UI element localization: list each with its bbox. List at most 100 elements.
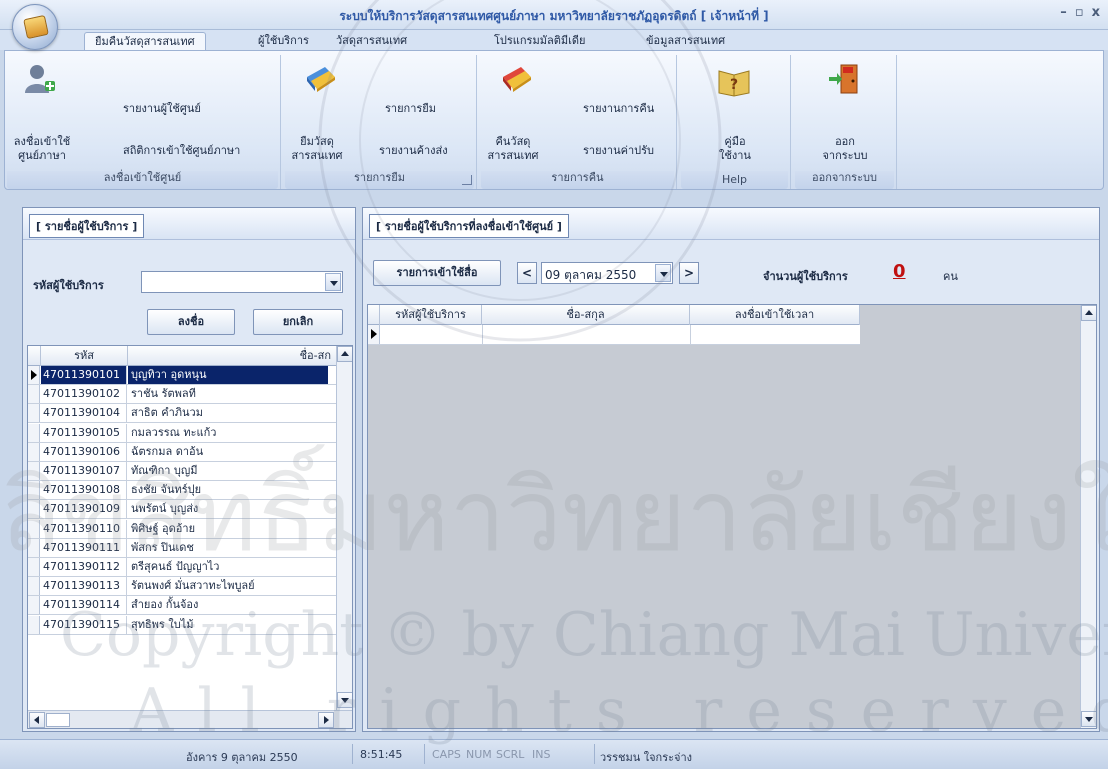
cell-user-name[interactable]: ตรีสุคนธ์ ปัญญาไว — [128, 558, 328, 576]
borrow-list-button[interactable]: รายการยืม — [385, 99, 436, 117]
cell-user-id[interactable]: 47011390111 — [41, 538, 127, 557]
minimize-button[interactable]: – — [1060, 5, 1067, 20]
column-header-name[interactable]: ชื่อ-สก — [128, 346, 338, 366]
tab-multimedia[interactable]: โปรแกรมมัลติมีเดีย — [484, 32, 595, 50]
table-row[interactable]: 47011390111 พัสกร ปินเดช — [28, 538, 336, 558]
table-row[interactable]: 47011390114 สำยอง กั้นจ้อง — [28, 596, 336, 616]
scroll-thumb[interactable] — [46, 713, 70, 727]
cell-user-id[interactable]: 47011390108 — [41, 481, 127, 500]
cell-user-name[interactable]: สุทธิพร ใบไม้ — [128, 616, 328, 634]
table-row[interactable]: 47011390113 รัตนพงศ์ มั่นสวาทะไพบูลย์ — [28, 577, 336, 597]
table-row[interactable]: 47011390109 นพรัตน์ บุญส่ง — [28, 500, 336, 520]
cell-user-name[interactable]: ราชัน รัตพลที — [128, 385, 328, 403]
row-indicator[interactable] — [28, 366, 40, 384]
cell-user-id[interactable]: 47011390107 — [41, 462, 127, 480]
previous-date-button[interactable]: < — [517, 262, 537, 284]
checkin-language-center-button[interactable]: ลงชื่อเข้าใช้ ศูนย์ภาษา — [7, 135, 77, 163]
cancel-button[interactable]: ยกเลิก — [253, 309, 343, 335]
cell-user-id[interactable]: 47011390109 — [41, 500, 127, 519]
fine-report-button[interactable]: รายงานค่าปรับ — [583, 141, 654, 159]
cell-user-name[interactable]: ธงชัย จันทร์ปุย — [128, 481, 328, 499]
cell-user-id[interactable]: 47011390105 — [41, 423, 127, 442]
scroll-up-icon[interactable] — [337, 346, 352, 362]
table-row[interactable]: 47011390112 ตรีสุคนธ์ ปัญญาไว — [28, 558, 336, 577]
row-indicator[interactable] — [28, 577, 40, 596]
new-row[interactable] — [368, 325, 860, 345]
dialog-launcher-icon[interactable] — [462, 175, 472, 185]
table-row[interactable]: 47011390108 ธงชัย จันทร์ปุย — [28, 481, 336, 501]
return-material-button[interactable]: คืนวัสดุ สารสนเทศ — [481, 135, 545, 163]
row-indicator[interactable] — [28, 481, 40, 500]
tab-borrow-return[interactable]: ยืมคืนวัสดุสารสนเทศ — [84, 32, 206, 50]
cell-user-name[interactable]: กมลวรรณ ทะแก้ว — [128, 424, 328, 442]
cell-user-name[interactable]: ทัณฑิกา บุญมี — [128, 462, 328, 480]
user-id-combobox[interactable] — [141, 271, 343, 293]
application-menu-button[interactable] — [12, 4, 58, 50]
cell-user-name[interactable]: บุญทิวา อุดหนุน — [128, 366, 328, 384]
cell-user-id[interactable]: 47011390101 — [41, 366, 127, 384]
cell-user-name[interactable]: พัสกร ปินเดช — [128, 539, 328, 557]
column-header-checkin-time[interactable]: ลงชื่อเข้าใช้เวลา — [690, 305, 860, 325]
cell-user-id[interactable]: 47011390110 — [41, 519, 127, 538]
cell-user-name[interactable]: รัตนพงศ์ มั่นสวาทะไพบูลย์ — [128, 577, 328, 595]
scroll-right-icon[interactable] — [318, 712, 334, 728]
row-indicator[interactable] — [28, 404, 40, 423]
table-row[interactable]: 47011390107 ทัณฑิกา บุญมี — [28, 462, 336, 481]
borrow-material-button[interactable]: ยืมวัสดุ สารสนเทศ — [285, 135, 349, 163]
row-indicator[interactable] — [28, 519, 40, 538]
tab-materials[interactable]: วัสดุสารสนเทศ — [326, 32, 417, 50]
row-indicator[interactable] — [28, 558, 40, 576]
usage-statistics-button[interactable]: สถิติการเข้าใช้ศูนย์ภาษา — [123, 141, 240, 159]
media-usage-list-button[interactable]: รายการเข้าใช้สื่อ — [373, 260, 501, 286]
next-date-button[interactable]: > — [679, 262, 699, 284]
cell-user-name[interactable]: สาธิต คำภินวม — [128, 404, 328, 422]
table-row[interactable]: 47011390105 กมลวรรณ ทะแก้ว — [28, 423, 336, 443]
chevron-down-icon[interactable] — [655, 264, 671, 282]
cell-user-id[interactable]: 47011390106 — [41, 442, 127, 461]
row-indicator[interactable] — [28, 385, 40, 404]
cell-user-name[interactable]: นพรัตน์ บุญส่ง — [128, 500, 328, 518]
chevron-down-icon[interactable] — [325, 273, 341, 291]
user-manual-button[interactable]: คู่มือ ใช้งาน — [693, 135, 777, 163]
row-indicator[interactable] — [28, 596, 40, 615]
table-row[interactable]: 47011390115 สุทธิพร ใบไม้ — [28, 615, 336, 635]
tab-users[interactable]: ผู้ใช้บริการ — [248, 32, 319, 50]
column-header-id[interactable]: รหัส — [41, 346, 128, 366]
table-row[interactable]: 47011390104 สาธิต คำภินวม — [28, 404, 336, 424]
scroll-down-icon[interactable] — [337, 692, 352, 708]
cell-user-id[interactable]: 47011390114 — [41, 596, 127, 615]
row-indicator[interactable] — [28, 500, 40, 519]
table-row[interactable]: 47011390101 บุญทิวา อุดหนุน — [28, 366, 336, 385]
row-indicator[interactable] — [28, 423, 40, 442]
vertical-scrollbar[interactable] — [336, 346, 352, 710]
scroll-down-icon[interactable] — [1081, 711, 1096, 727]
row-indicator[interactable] — [28, 462, 40, 480]
restore-button[interactable]: ▫ — [1075, 5, 1084, 20]
close-button[interactable]: x — [1092, 5, 1100, 20]
row-indicator[interactable] — [28, 442, 40, 461]
overdue-report-button[interactable]: รายงานค้างส่ง — [379, 141, 448, 159]
scroll-up-icon[interactable] — [1081, 305, 1096, 321]
return-report-button[interactable]: รายงานการคืน — [583, 99, 654, 117]
cell-user-id[interactable]: 47011390113 — [41, 577, 127, 596]
cell-user-id[interactable]: 47011390112 — [41, 558, 127, 576]
cell-user-name[interactable]: พิศิษฐ์ อุดอ้าย — [128, 520, 328, 538]
table-row[interactable]: 47011390102 ราชัน รัตพลที — [28, 385, 336, 405]
scroll-left-icon[interactable] — [29, 712, 45, 728]
table-row[interactable]: 47011390106 ฉัตรกมล ดาอ้น — [28, 442, 336, 462]
table-row[interactable]: 47011390110 พิศิษฐ์ อุดอ้าย — [28, 519, 336, 539]
cell-user-id[interactable]: 47011390102 — [41, 385, 127, 404]
row-indicator[interactable] — [28, 538, 40, 557]
row-indicator[interactable] — [28, 615, 40, 634]
exit-system-button[interactable]: ออก จากระบบ — [801, 135, 889, 163]
cell-user-name[interactable]: ฉัตรกมล ดาอ้น — [128, 443, 328, 461]
horizontal-scrollbar[interactable] — [28, 710, 352, 728]
cell-user-name[interactable]: สำยอง กั้นจ้อง — [128, 596, 328, 614]
cell-user-id[interactable]: 47011390104 — [41, 404, 127, 423]
date-picker[interactable]: 09 ตุลาคม 2550 — [541, 262, 673, 284]
signin-button[interactable]: ลงชื่อ — [147, 309, 235, 335]
cell-user-id[interactable]: 47011390115 — [41, 615, 127, 634]
vertical-scrollbar[interactable] — [1080, 305, 1096, 728]
tab-information[interactable]: ข้อมูลสารสนเทศ — [636, 32, 735, 50]
column-header-user-id[interactable]: รหัสผู้ใช้บริการ — [380, 305, 482, 325]
